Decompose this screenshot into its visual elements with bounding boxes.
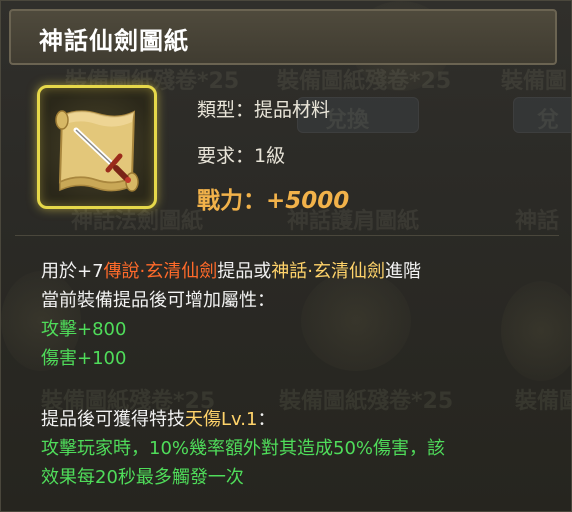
skill-name: 天傷Lv.1	[185, 409, 258, 430]
bg-item-glow	[501, 281, 571, 381]
stat-damage: 傷害+100	[41, 348, 127, 369]
legend-sword-name: 傳說·玄清仙劍	[103, 261, 218, 282]
bg-label: 裝備圖	[515, 389, 571, 414]
usage-suffix: 進階	[385, 261, 422, 282]
skill-prefix: 提品後可獲得特技	[41, 409, 185, 430]
bg-item-glow	[301, 271, 411, 371]
item-requirement-label: 要求：	[197, 145, 255, 167]
tooltip-title-bar: 神話仙劍圖紙	[9, 9, 557, 65]
sword-scroll-icon	[55, 110, 139, 192]
myth-sword-name: 神話·玄清仙劍	[271, 261, 386, 282]
skill-heading: 提品後可獲得特技天傷Lv.1：	[41, 405, 275, 431]
item-requirement-value: 1級	[254, 145, 286, 167]
bg-label: 神話	[515, 209, 560, 234]
item-name: 神話仙劍圖紙	[39, 27, 189, 55]
tooltip-divider	[15, 235, 559, 236]
item-icon-frame	[37, 85, 157, 209]
skill-effect-line-2: 效果每20秒最多觸發一次	[41, 467, 244, 488]
item-type-value: 提品材料	[254, 99, 331, 121]
usage-mid: 提品或	[217, 261, 272, 282]
usage-prefix: 用於+7	[41, 261, 104, 282]
bg-label: 裝備圖紙殘卷*25	[279, 389, 454, 414]
item-requirement-row: 要求：1級	[197, 141, 285, 168]
bg-exchange-label: 兌換	[325, 108, 370, 133]
item-tooltip: 裝備圖紙殘卷*25 裝備圖紙殘卷*25 裝備圖 兌換 兌 神話法劍圖紙 神話護肩…	[0, 0, 572, 512]
stat-attack: 攻擊+800	[41, 319, 127, 340]
item-type-label: 類型：	[197, 99, 255, 121]
attribute-heading: 當前裝備提品後可增加屬性：	[41, 290, 275, 311]
item-type-row: 類型：提品材料	[197, 95, 330, 122]
item-power-label: 戰力：	[197, 188, 266, 214]
usage-description: 用於+7傳說·玄清仙劍提品或神話·玄清仙劍進階	[41, 257, 421, 283]
bg-label: 裝備圖紙殘卷*25	[277, 69, 452, 94]
bg-label: 裝備圖	[501, 69, 568, 94]
item-power-value: +5000	[266, 188, 350, 214]
skill-suffix: ：	[257, 409, 276, 430]
skill-effect-line-1: 攻擊玩家時，10%幾率額外對其造成50%傷害，該	[41, 438, 446, 459]
item-power-row: 戰力：+5000	[197, 181, 349, 215]
bg-exchange-label: 兌	[537, 108, 560, 133]
